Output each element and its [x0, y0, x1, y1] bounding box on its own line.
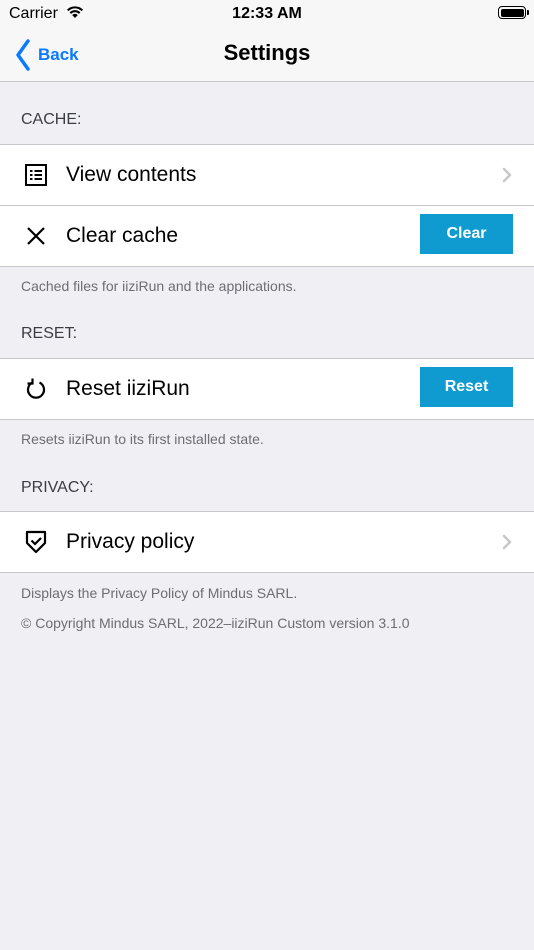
shield-check-icon [24, 530, 48, 554]
privacy-footer: Displays the Privacy Policy of Mindus SA… [21, 585, 298, 601]
privacy-policy-row[interactable]: Privacy policy [0, 512, 534, 572]
page-title: Settings [223, 40, 311, 65]
reset-label: Reset iiziRun [66, 377, 190, 400]
refresh-icon [24, 377, 48, 401]
battery-icon [498, 6, 529, 19]
reset-row: Reset iiziRun Reset [0, 359, 534, 419]
navigation-bar: Back Settings [0, 26, 534, 82]
chevron-right-icon [502, 534, 512, 555]
status-bar: Carrier 12:33 AM [0, 0, 534, 26]
view-contents-label: View contents [66, 163, 197, 186]
clear-cache-row: Clear cache Clear [0, 205, 534, 266]
list-icon [24, 163, 48, 187]
privacy-group: Privacy policy [0, 511, 534, 573]
status-time: 12:33 AM [232, 5, 302, 22]
view-contents-row[interactable]: View contents [0, 145, 534, 205]
reset-group: Reset iiziRun Reset [0, 358, 534, 420]
reset-footer: Resets iiziRun to its first installed st… [21, 431, 264, 447]
reset-section-header: RESET: [21, 325, 78, 342]
cache-section-header: CACHE: [21, 111, 82, 128]
clear-button[interactable]: Clear [420, 214, 513, 254]
clear-cache-label: Clear cache [66, 224, 179, 247]
cache-group: View contents Clear cache Clear [0, 144, 534, 267]
privacy-policy-label: Privacy policy [66, 530, 195, 553]
privacy-section-header: PRIVACY: [21, 479, 94, 496]
reset-button[interactable]: Reset [420, 367, 513, 407]
cache-footer: Cached files for iiziRun and the applica… [21, 278, 297, 294]
close-icon [24, 224, 48, 248]
chevron-right-icon [502, 167, 512, 188]
copyright-text: © Copyright Mindus SARL, 2022–iiziRun Cu… [21, 615, 410, 631]
